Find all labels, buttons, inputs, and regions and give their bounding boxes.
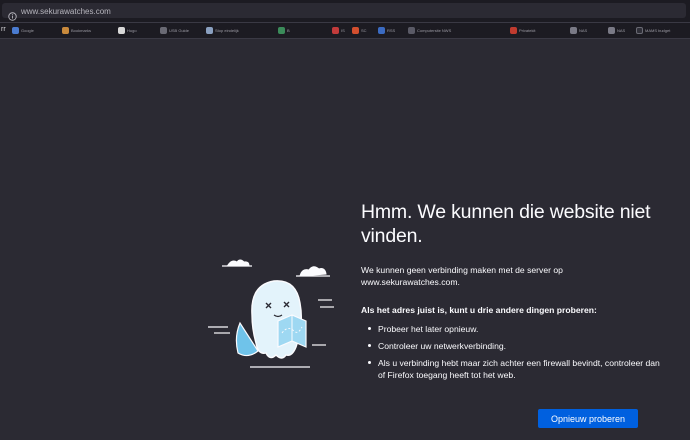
bookmark-label: Google <box>21 28 34 33</box>
bookmark-favicon <box>160 27 167 35</box>
url-text: www.sekurawatches.com <box>21 7 111 16</box>
bookmark-item[interactable]: Bookmarks <box>62 26 114 36</box>
url-field[interactable]: www.sekurawatches.com <box>2 3 686 21</box>
bookmark-favicon <box>118 27 125 35</box>
error-message: We kunnen geen verbinding maken met de s… <box>361 265 563 287</box>
suggestion-item: Als u verbinding hebt maar zich achter e… <box>361 357 661 381</box>
bookmark-favicon <box>12 27 19 35</box>
error-illustration <box>200 245 340 380</box>
bookmark-label: IS <box>341 28 345 33</box>
bookmark-label: Hugo <box>127 28 137 33</box>
bookmark-item[interactable]: NAS <box>608 26 630 36</box>
bookmarks-overflow-label: rr <box>1 26 6 33</box>
bookmark-favicon <box>378 27 385 35</box>
bookmark-label: Privatekit <box>519 28 536 33</box>
bookmark-label: Computersite NWS <box>417 28 452 33</box>
bookmark-label: B <box>287 28 290 33</box>
retry-button[interactable]: Opnieuw proberen <box>538 409 638 428</box>
bookmark-label: NAS <box>617 28 626 33</box>
bookmark-favicon <box>332 27 339 35</box>
bookmark-item[interactable]: Stop eindelijk <box>206 26 272 36</box>
bookmark-favicon <box>278 27 285 35</box>
bookmark-item[interactable]: RSS <box>378 26 402 36</box>
bookmark-item[interactable]: Hugo <box>118 26 158 36</box>
suggestions-title: Als het adres juist is, kunt u drie ande… <box>361 305 597 315</box>
bookmark-favicon <box>352 27 359 35</box>
error-title: Hmm. We kunnen die website niet vinden. <box>361 201 651 247</box>
bookmark-label: Stop eindelijk <box>215 28 239 33</box>
bookmark-label: Bookmarks <box>71 28 92 33</box>
confused-ghost-icon <box>208 259 334 368</box>
bookmark-item[interactable]: IS <box>332 26 348 36</box>
address-bar: www.sekurawatches.com <box>0 0 690 23</box>
bookmarks-toolbar: rr Google Bookmarks Hugo USB Guide Stop … <box>0 23 690 39</box>
suggestions-list: Probeer het later opnieuw. Controleer uw… <box>361 323 661 386</box>
bookmark-favicon <box>62 27 69 35</box>
bookmark-label: MAMS budget <box>645 28 671 33</box>
bookmark-item[interactable]: Computersite NWS <box>408 26 506 36</box>
bookmark-item[interactable]: MAMS budget <box>636 26 690 36</box>
bookmark-favicon <box>608 27 615 35</box>
bookmark-favicon <box>510 27 517 35</box>
suggestion-item: Controleer uw netwerkverbinding. <box>361 340 661 352</box>
bookmark-item[interactable]: NAS <box>570 26 592 36</box>
bookmark-item[interactable]: B <box>278 26 294 36</box>
bookmark-item[interactable]: Privatekit <box>510 26 564 36</box>
suggestion-item: Probeer het later opnieuw. <box>361 323 661 335</box>
bookmark-label: NAS <box>579 28 588 33</box>
bookmark-favicon <box>206 27 213 35</box>
bookmark-item[interactable]: Google <box>12 26 60 36</box>
bookmark-label: USB Guide <box>169 28 190 33</box>
bookmark-favicon <box>408 27 415 35</box>
bookmark-favicon <box>636 27 643 35</box>
bookmark-item[interactable]: SC <box>352 26 374 36</box>
bookmark-label: RSS <box>387 28 396 33</box>
bookmark-label: SC <box>361 28 367 33</box>
bookmark-favicon <box>570 27 577 35</box>
bookmark-item[interactable]: USB Guide <box>160 26 202 36</box>
